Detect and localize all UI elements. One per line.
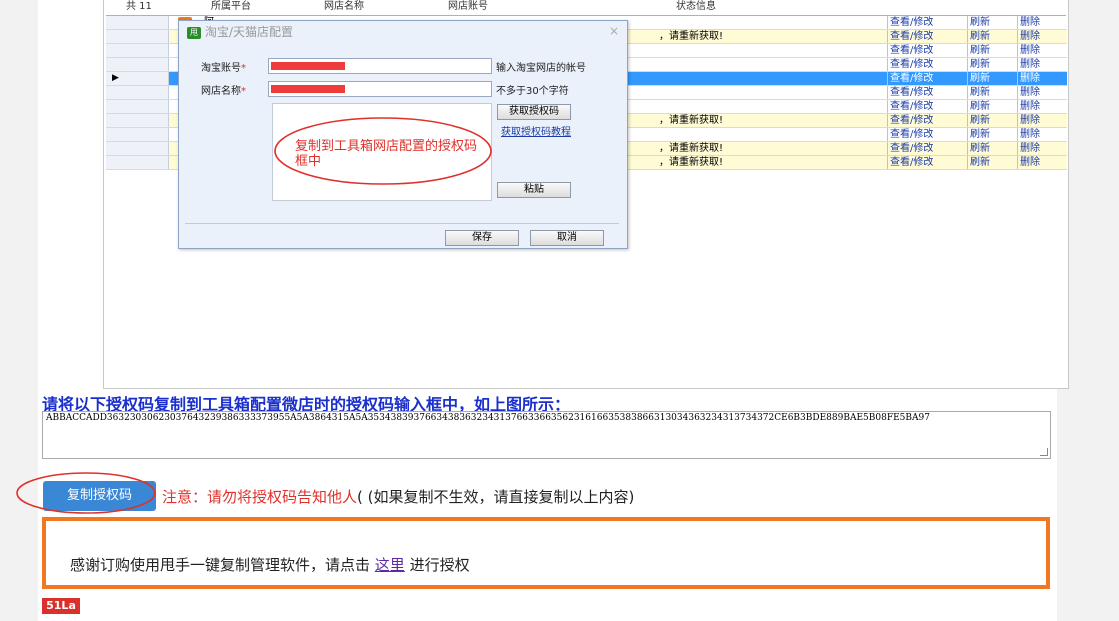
save-button[interactable]: 保存 xyxy=(445,230,519,246)
redacted-value xyxy=(271,62,345,70)
status-cell: ，请重新获取! xyxy=(659,115,724,126)
delete-link[interactable]: 删除 xyxy=(1017,72,1068,85)
cancel-button[interactable]: 取消 xyxy=(530,230,604,246)
row-gutter xyxy=(106,44,169,57)
shop-name-label: 网店名称* xyxy=(201,86,246,97)
thanks-after: 进行授权 xyxy=(409,556,470,574)
shop-name-field[interactable] xyxy=(268,81,492,97)
resize-handle-icon[interactable] xyxy=(1040,448,1048,456)
view-edit-link[interactable]: 查看/修改 xyxy=(887,142,967,155)
delete-link[interactable]: 删除 xyxy=(1017,86,1068,99)
account-label: 淘宝账号* xyxy=(201,63,246,74)
view-edit-link[interactable]: 查看/修改 xyxy=(887,72,967,85)
app-logo-icon: 甩 xyxy=(187,27,201,39)
header-platform: 所属平台 xyxy=(211,1,251,12)
required-mark: * xyxy=(241,63,246,74)
header-status: 状态信息 xyxy=(676,1,716,12)
main-content: 共 11 所属平台 网店名称 网店账号 状态信息 e阿查看/修改刷新删除店口，请… xyxy=(16,0,1069,621)
view-edit-link[interactable]: 查看/修改 xyxy=(887,100,967,113)
shop-config-dialog: 甩淘宝/天猫店配置 × 淘宝账号* 输入淘宝网店的帐号 网店名称* 不多于30个… xyxy=(178,20,628,249)
row-gutter xyxy=(106,114,169,127)
refresh-link[interactable]: 刷新 xyxy=(967,58,1016,71)
view-edit-link[interactable]: 查看/修改 xyxy=(887,30,967,43)
status-cell: ，请重新获取! xyxy=(659,31,724,42)
shop-name-hint: 不多于30个字符 xyxy=(496,86,569,97)
delete-link[interactable]: 删除 xyxy=(1017,100,1068,113)
row-gutter xyxy=(106,58,169,71)
paste-button[interactable]: 粘贴 xyxy=(497,182,571,198)
tutorial-link[interactable]: 获取授权码教程 xyxy=(501,123,571,138)
view-edit-link[interactable]: 查看/修改 xyxy=(887,114,967,127)
warning-prefix: 注意：请勿将授权码告知他人 xyxy=(162,488,358,506)
refresh-link[interactable]: 刷新 xyxy=(967,30,1016,43)
thanks-before: 感谢订购使用甩手一键复制管理软件，请点击 xyxy=(70,556,371,574)
auth-code-value: ABBACCADD3632303062303764323938633337395… xyxy=(46,413,930,423)
view-edit-link[interactable]: 查看/修改 xyxy=(887,156,967,169)
delete-link[interactable]: 删除 xyxy=(1017,142,1068,155)
refresh-link[interactable]: 刷新 xyxy=(967,142,1016,155)
delete-link[interactable]: 删除 xyxy=(1017,44,1068,57)
view-edit-link[interactable]: 查看/修改 xyxy=(887,16,967,29)
refresh-link[interactable]: 刷新 xyxy=(967,114,1016,127)
view-edit-link[interactable]: 查看/修改 xyxy=(887,128,967,141)
dialog-divider xyxy=(185,223,619,224)
header-shop-name: 网店名称 xyxy=(324,1,364,12)
close-icon[interactable]: × xyxy=(609,24,619,38)
view-edit-link[interactable]: 查看/修改 xyxy=(887,44,967,57)
header-total: 共 11 xyxy=(126,1,152,12)
warning-suffix: ( (如果复制不生效，请直接复制以上内容) xyxy=(357,488,635,506)
row-gutter xyxy=(106,128,169,141)
refresh-link[interactable]: 刷新 xyxy=(967,100,1016,113)
row-gutter xyxy=(106,142,169,155)
delete-link[interactable]: 删除 xyxy=(1017,30,1068,43)
dialog-title: 淘宝/天猫店配置 xyxy=(205,25,294,39)
redacted-value xyxy=(271,85,345,93)
refresh-link[interactable]: 刷新 xyxy=(967,72,1016,85)
stats-badge[interactable]: 51La xyxy=(42,598,80,614)
delete-link[interactable]: 删除 xyxy=(1017,156,1068,169)
authorize-link[interactable]: 这里 xyxy=(375,556,405,574)
delete-link[interactable]: 删除 xyxy=(1017,128,1068,141)
refresh-link[interactable]: 刷新 xyxy=(967,156,1016,169)
row-gutter xyxy=(106,16,169,29)
thanks-box: 感谢订购使用甩手一键复制管理软件，请点击 这里 进行授权 xyxy=(42,517,1050,589)
header-shop-account: 网店账号 xyxy=(448,1,488,12)
delete-link[interactable]: 删除 xyxy=(1017,16,1068,29)
left-margin xyxy=(0,0,38,621)
status-cell: ，请重新获取! xyxy=(659,157,724,168)
account-field[interactable] xyxy=(268,58,492,74)
refresh-link[interactable]: 刷新 xyxy=(967,16,1016,29)
get-code-button[interactable]: 获取授权码 xyxy=(497,104,571,120)
view-edit-link[interactable]: 查看/修改 xyxy=(887,86,967,99)
dialog-title-bar: 甩淘宝/天猫店配置 xyxy=(187,24,293,40)
current-row-icon: ▶ xyxy=(112,73,119,83)
row-gutter xyxy=(106,100,169,113)
refresh-link[interactable]: 刷新 xyxy=(967,44,1016,57)
refresh-link[interactable]: 刷新 xyxy=(967,128,1016,141)
refresh-link[interactable]: 刷新 xyxy=(967,86,1016,99)
delete-link[interactable]: 删除 xyxy=(1017,58,1068,71)
auth-code-textarea[interactable]: ABBACCADD3632303062303764323938633337395… xyxy=(42,411,1051,459)
grid-header: 共 11 所属平台 网店名称 网店账号 状态信息 xyxy=(106,0,1066,16)
account-hint: 输入淘宝网店的帐号 xyxy=(496,63,586,74)
view-edit-link[interactable]: 查看/修改 xyxy=(887,58,967,71)
row-gutter xyxy=(106,30,169,43)
row-gutter: ▶ xyxy=(106,72,169,85)
row-gutter xyxy=(106,156,169,169)
required-mark: * xyxy=(241,86,246,97)
warning-text: 注意：请勿将授权码告知他人( (如果复制不生效，请直接复制以上内容) xyxy=(162,486,634,507)
row-gutter xyxy=(106,86,169,99)
annotation-ellipse xyxy=(16,472,156,514)
thanks-text: 感谢订购使用甩手一键复制管理软件，请点击 这里 进行授权 xyxy=(70,554,470,575)
delete-link[interactable]: 删除 xyxy=(1017,114,1068,127)
annotation-text: 复制到工具箱网店配置的授权码框中 xyxy=(295,139,478,169)
status-cell: ，请重新获取! xyxy=(659,143,724,154)
